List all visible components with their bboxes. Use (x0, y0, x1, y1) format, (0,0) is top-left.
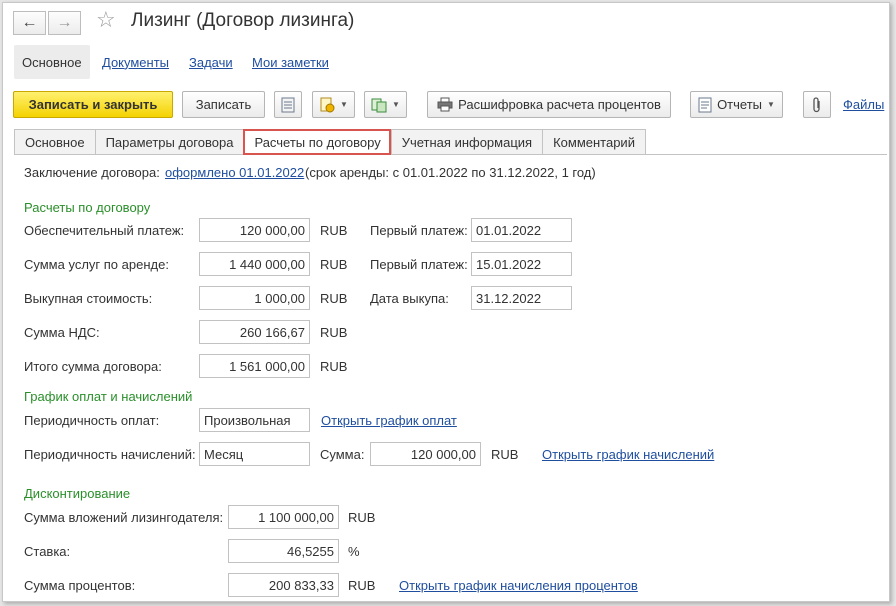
conclusion-link[interactable]: оформлено 01.01.2022 (165, 165, 304, 180)
services-sum-field[interactable]: 1 440 000,00 (199, 252, 310, 276)
first-payment-label-1: Первый платеж: (370, 223, 468, 238)
tab-comment[interactable]: Комментарий (542, 129, 646, 155)
section-tab-documents[interactable]: Документы (102, 45, 169, 79)
calc-group-title: Расчеты по договору (24, 200, 151, 215)
report-icon (698, 97, 712, 113)
interest-breakdown-label: Расшифровка расчета процентов (458, 97, 661, 112)
interest-breakdown-button[interactable]: Расшифровка расчета процентов (427, 91, 671, 118)
total-sum-label: Итого сумма договора: (24, 359, 162, 374)
reports-button[interactable]: Отчеты ▼ (690, 91, 783, 118)
list-icon (281, 97, 295, 113)
tab-contract-calculations[interactable]: Расчеты по договору (243, 129, 391, 155)
window-title: Лизинг (Договор лизинга) (131, 10, 355, 31)
open-interest-schedule-link[interactable]: Открыть график начисления процентов (399, 578, 638, 593)
accrual-period-label: Периодичность начислений: (24, 447, 196, 462)
buyout-date-field[interactable]: 31.12.2022 (471, 286, 572, 310)
conclusion-term-text: (срок аренды: с 01.01.2022 по 31.12.2022… (305, 165, 596, 180)
vat-sum-label: Сумма НДС: (24, 325, 100, 340)
document-create-icon (319, 97, 335, 113)
save-label: Записать (195, 97, 252, 112)
back-button[interactable]: ← (13, 11, 46, 35)
tab-divider (14, 154, 887, 155)
services-sum-label: Сумма услуг по аренде: (24, 257, 169, 272)
save-button[interactable]: Записать (182, 91, 265, 118)
chevron-down-icon: ▼ (340, 100, 348, 109)
amount-label: Сумма: (320, 447, 365, 462)
buyout-currency: RUB (320, 291, 348, 306)
arrow-right-icon: → (56, 14, 73, 31)
payment-period-label: Периодичность оплат: (24, 413, 160, 428)
lessor-investment-label: Сумма вложений лизингодателя: (24, 510, 224, 525)
favorite-star-icon[interactable]: ☆ (96, 7, 116, 33)
rate-label: Ставка: (24, 544, 71, 559)
related-documents-icon (371, 97, 387, 113)
attach-button[interactable] (803, 91, 831, 118)
first-payment-date-1-field[interactable]: 01.01.2022 (471, 218, 572, 242)
printer-icon (437, 97, 453, 112)
investment-currency: RUB (348, 510, 376, 525)
paperclip-icon (811, 96, 823, 113)
arrow-left-icon: ← (21, 14, 38, 31)
amount-field[interactable]: 120 000,00 (370, 442, 481, 466)
vat-sum-field[interactable]: 260 166,67 (199, 320, 310, 344)
interest-currency: RUB (348, 578, 376, 593)
payment-period-field[interactable]: Произвольная (199, 408, 310, 432)
security-currency: RUB (320, 223, 348, 238)
tab-contract-parameters[interactable]: Параметры договора (94, 129, 244, 155)
amount-currency: RUB (491, 447, 519, 462)
services-currency: RUB (320, 257, 348, 272)
save-and-close-label: Записать и закрыть (28, 97, 158, 112)
discount-group-title: Дисконтирование (24, 486, 131, 501)
interest-sum-label: Сумма процентов: (24, 578, 136, 593)
forward-button[interactable]: → (48, 11, 81, 35)
vat-currency: RUB (320, 325, 348, 340)
save-and-close-button[interactable]: Записать и закрыть (13, 91, 173, 118)
open-accrual-schedule-link[interactable]: Открыть график начислений (542, 447, 714, 462)
files-link[interactable]: Файлы (843, 97, 884, 112)
reports-label: Отчеты (717, 97, 762, 112)
interest-sum-field[interactable]: 200 833,33 (228, 573, 339, 597)
total-sum-field[interactable]: 1 561 000,00 (199, 354, 310, 378)
schedule-group-title: График оплат и начислений (24, 389, 193, 404)
security-payment-field[interactable]: 120 000,00 (199, 218, 310, 242)
related-documents-button[interactable]: ▼ (364, 91, 407, 118)
chevron-down-icon: ▼ (767, 100, 775, 109)
rate-field[interactable]: 46,5255 (228, 539, 339, 563)
section-tab-main[interactable]: Основное (14, 45, 90, 79)
tab-main[interactable]: Основное (14, 129, 95, 155)
buyout-cost-label: Выкупная стоимость: (24, 291, 153, 306)
conclusion-label: Заключение договора: (24, 165, 160, 180)
first-payment-label-2: Первый платеж: (370, 257, 468, 272)
rate-unit: % (348, 544, 360, 559)
section-tab-notes[interactable]: Мои заметки (252, 45, 329, 79)
list-button[interactable] (274, 91, 302, 118)
buyout-cost-field[interactable]: 1 000,00 (199, 286, 310, 310)
accrual-period-field[interactable]: Месяц (199, 442, 310, 466)
buyout-date-label: Дата выкупа: (370, 291, 449, 306)
tab-bar: Основное Параметры договора Расчеты по д… (14, 129, 646, 155)
open-payment-schedule-link[interactable]: Открыть график оплат (321, 413, 457, 428)
total-currency: RUB (320, 359, 348, 374)
document-window: ← → ☆ Лизинг (Договор лизинга) Основное … (2, 2, 890, 602)
section-tab-tasks[interactable]: Задачи (189, 45, 233, 79)
tab-accounting-info[interactable]: Учетная информация (390, 129, 543, 155)
lessor-investment-field[interactable]: 1 100 000,00 (228, 505, 339, 529)
create-based-on-button[interactable]: ▼ (312, 91, 355, 118)
chevron-down-icon: ▼ (392, 100, 400, 109)
first-payment-date-2-field[interactable]: 15.01.2022 (471, 252, 572, 276)
security-payment-label: Обеспечительный платеж: (24, 223, 185, 238)
